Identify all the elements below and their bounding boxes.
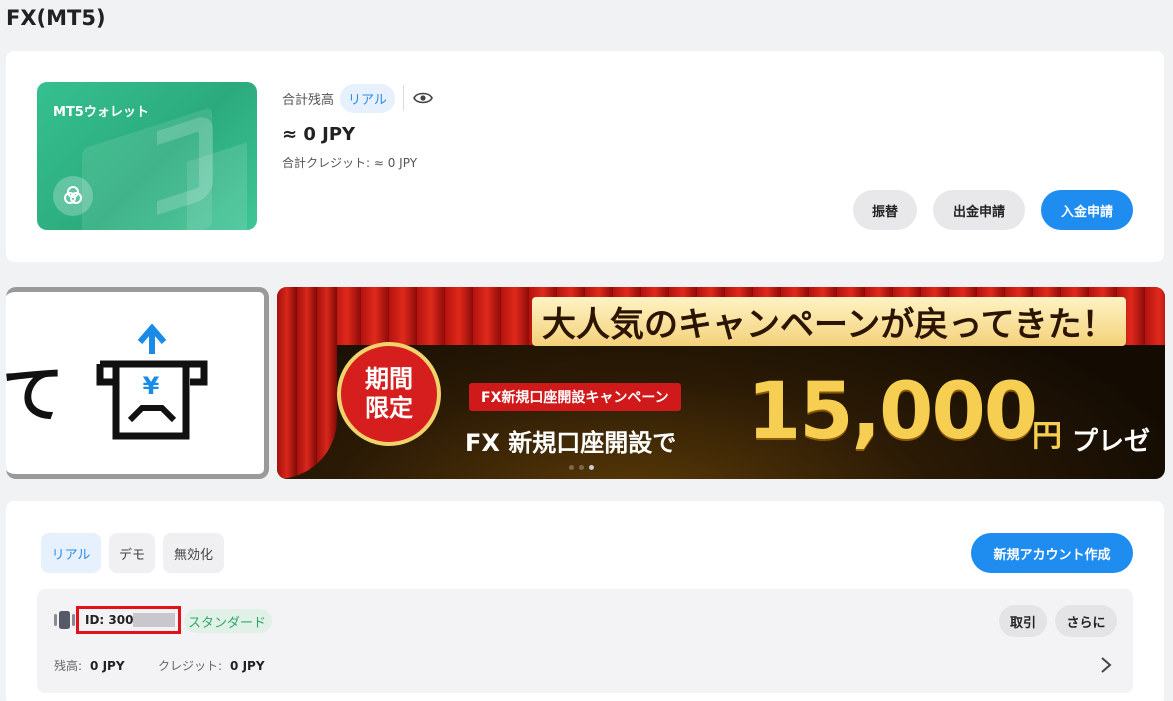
credit-value: 0 JPY [230,659,265,673]
campaign-amount: 15,000 [747,367,1038,457]
carousel-dots[interactable] [569,465,594,470]
account-id-label: ID: 300 [85,613,134,627]
credit-label: クレジット: [158,659,223,673]
campaign-banner[interactable]: 大人気のキャンペーンが戻ってきた！ 期間限定 FX新規口座開設キャンペーン FX… [277,287,1165,479]
mt5-account-icon [54,611,75,629]
total-credit-text: 合計クレジット: ≈ 0 JPY [282,156,418,170]
mt5-logo-icon [53,176,93,216]
campaign-sub: FX 新規口座開設で [465,429,677,457]
banner-headline: 大人気のキャンペーンが戻ってきた！ [532,297,1126,346]
tab-disabled[interactable]: 無効化 [163,533,224,573]
wallet-card-name: MT5ウォレット [53,105,149,120]
balance-header: 合計残高 リアル [282,83,434,113]
campaign-present: プレゼ [1072,427,1151,457]
chevron-right-icon[interactable] [1099,655,1113,675]
trade-button[interactable]: 取引 [999,605,1047,637]
account-row[interactable]: ID: 300 スタンダード 取引 さらに 残高: 0 JPY クレジット: 0… [37,589,1133,693]
wallet-card: MT5ウォレット [37,82,257,230]
banner-left-text: て [6,358,65,431]
accounts-panel: リアル デモ 無効化 新規アカウント作成 ID: 300 スタンダード 取引 さ… [6,501,1164,701]
account-balance: 残高: 0 JPY [54,657,125,674]
limited-badge: 期間限定 [337,342,441,446]
balance-label: 残高: [54,659,83,673]
account-credit: クレジット: 0 JPY [158,657,265,674]
more-button[interactable]: さらに [1055,605,1117,637]
page-title: FX(MT5) [6,6,106,30]
account-type-chip: スタンダード [184,609,273,633]
eye-icon[interactable] [412,87,434,109]
withdraw-button[interactable]: 出金申請 [933,190,1025,230]
divider [402,85,404,111]
balance-value: 0 JPY [90,659,125,673]
mode-chip[interactable]: リアル [340,83,395,113]
curtain-side [277,287,337,479]
svg-text:¥: ¥ [143,372,160,400]
wallet-panel: MT5ウォレット 合計残高 リアル ≈ 0 JPY 合計クレジット: ≈ 0 J… [6,51,1164,262]
carousel-dot[interactable] [579,465,584,470]
tab-demo[interactable]: デモ [109,533,155,573]
carousel-dot[interactable] [589,465,594,470]
banner-deposit[interactable]: て ¥ [6,287,269,479]
create-account-button[interactable]: 新規アカウント作成 [971,533,1133,573]
atm-deposit-icon: ¥ [96,324,208,440]
campaign-name: FX新規口座開設キャンペーン [469,383,681,411]
tab-real[interactable]: リアル [41,533,101,573]
account-id-mask [133,613,176,627]
transfer-button[interactable]: 振替 [853,190,917,230]
total-balance-label: 合計残高 [282,92,335,108]
campaign-yen: 円 [1032,419,1062,454]
total-balance-value: ≈ 0 JPY [282,124,356,145]
carousel-dot[interactable] [569,465,574,470]
account-id: ID: 300 [76,606,181,634]
deposit-button[interactable]: 入金申請 [1041,190,1133,230]
